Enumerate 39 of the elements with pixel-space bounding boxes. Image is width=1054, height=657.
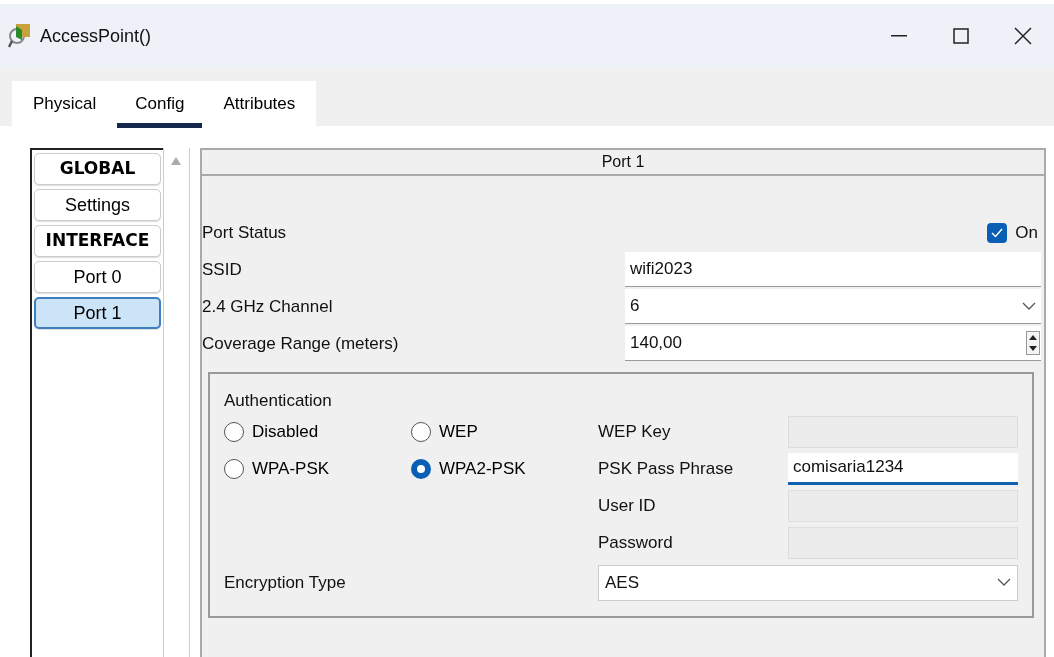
group-title: Authentication [224, 390, 333, 412]
field-label: Port Status [202, 221, 288, 244]
field-label: 2.4 GHz Channel [202, 295, 334, 318]
radio-button[interactable]: WEP [411, 415, 598, 448]
maximize-icon [953, 28, 969, 44]
sidebar-heading[interactable]: GLOBAL [34, 153, 161, 185]
sidebar-item[interactable]: Port 0 [34, 261, 161, 293]
radio-button[interactable]: WPA-PSK [224, 452, 411, 485]
field-label: Coverage Range (meters) [202, 332, 400, 355]
field-label: SSID [202, 258, 243, 281]
field-label: User ID [598, 494, 657, 517]
field-label: PSK Pass Phrase [598, 457, 735, 480]
chevron-down-icon [1022, 301, 1036, 311]
field-label: Password [598, 531, 674, 554]
panel-title: Port 1 [202, 150, 1044, 176]
sidebar-heading[interactable]: INTERFACE [34, 225, 161, 257]
tab[interactable]: Config [117, 91, 203, 128]
tab[interactable]: Attributes [220, 91, 299, 128]
scroll-up-icon [170, 156, 183, 166]
sidebar-item[interactable]: Port 1 [34, 297, 161, 329]
radio-button[interactable]: Disabled [224, 415, 411, 448]
chevron-down-icon [997, 578, 1011, 587]
tab[interactable]: Physical [30, 91, 100, 128]
input-field[interactable]: comisaria1234 [788, 452, 1018, 485]
field-label: Encryption Type [224, 571, 347, 594]
checkbox[interactable] [987, 222, 1008, 243]
checkbox-label: On [1015, 221, 1038, 244]
radio-button[interactable]: WPA2-PSK [411, 452, 598, 485]
number-field[interactable]: 140,00 [625, 326, 1041, 361]
minimize-icon [891, 35, 907, 37]
field-label: WEP Key [598, 420, 672, 443]
checkmark-icon [991, 227, 1004, 238]
spinner-arrows-icon[interactable] [1026, 331, 1040, 355]
input-field[interactable]: wifi2023 [625, 252, 1041, 287]
dropdown[interactable]: AES [598, 564, 1018, 601]
window-title: AccessPoint() [40, 24, 152, 48]
dropdown[interactable]: 6 [625, 289, 1041, 324]
close-icon [1014, 27, 1032, 45]
sidebar-item[interactable]: Settings [34, 189, 161, 221]
